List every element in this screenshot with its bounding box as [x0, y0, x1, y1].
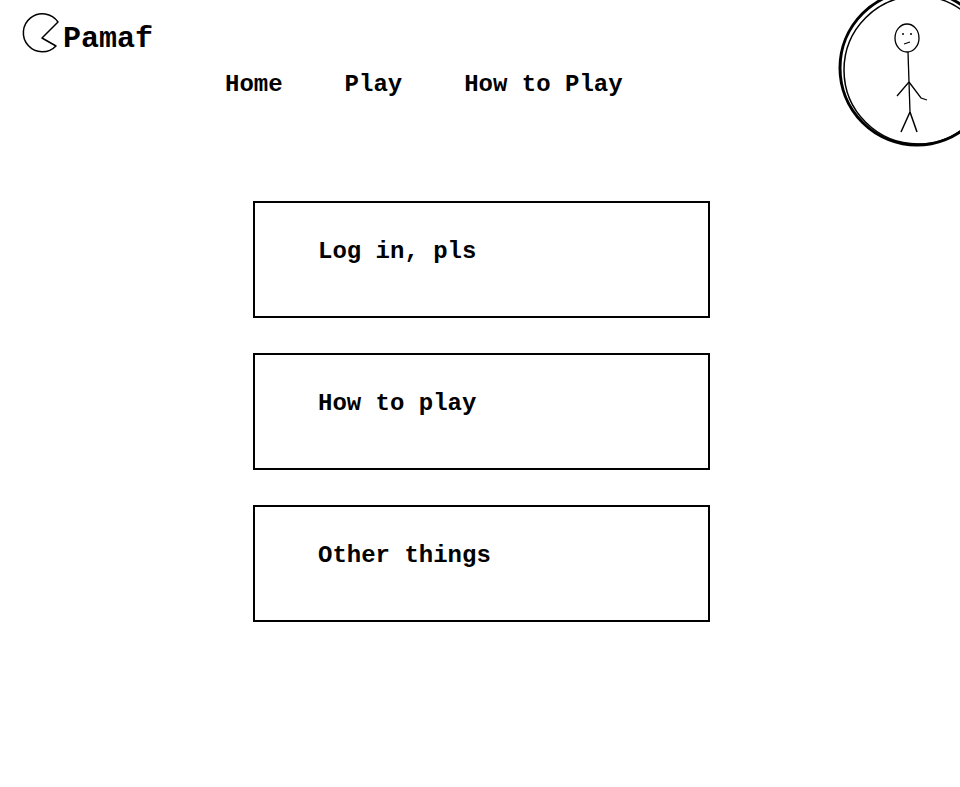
menu-card[interactable]: Other things [253, 505, 710, 622]
nav-bar: Home Play How to Play [20, 70, 623, 100]
card-list: Log in, pls How to play Other things [0, 112, 960, 622]
avatar-icon[interactable] [835, 0, 960, 150]
menu-card[interactable]: Log in, pls [253, 201, 710, 318]
card-label: Log in, pls [318, 238, 476, 265]
menu-card[interactable]: How to play [253, 353, 710, 470]
pacman-icon [20, 10, 62, 54]
card-label: How to play [318, 390, 476, 417]
card-label: Other things [318, 542, 491, 569]
header: Pamaf Home Play How to Play [0, 0, 960, 112]
nav-link[interactable]: How to Play [464, 70, 622, 100]
logo-text: Pamaf [63, 24, 153, 54]
logo[interactable]: Pamaf [20, 8, 623, 58]
page: Pamaf Home Play How to Play Log in, pls How… [0, 0, 960, 787]
brand-area: Pamaf Home Play How to Play [0, 0, 623, 100]
nav-link[interactable]: Home [225, 70, 283, 100]
nav-link[interactable]: Play [345, 70, 403, 100]
